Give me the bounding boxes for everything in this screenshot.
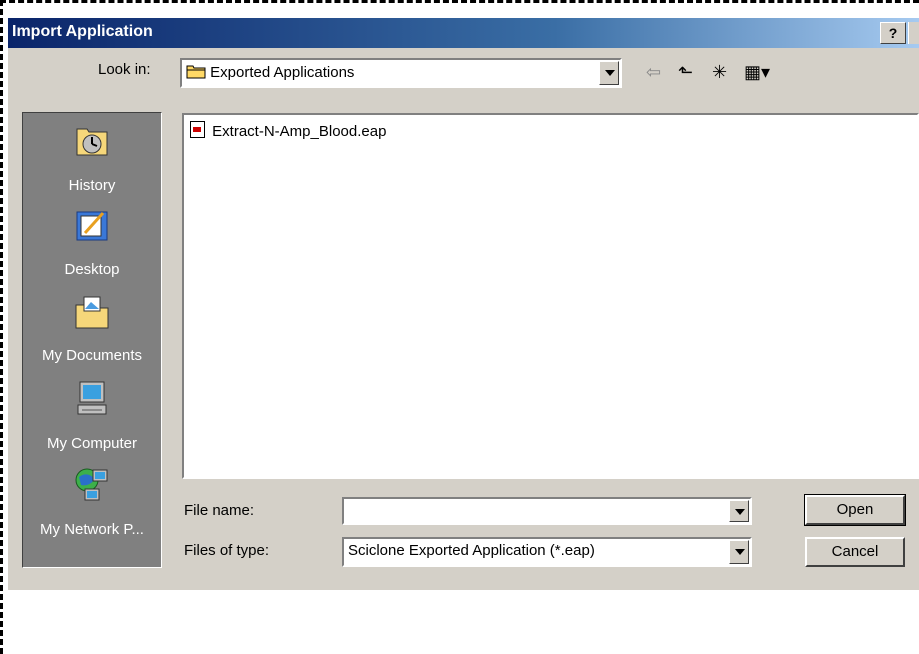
help-button[interactable]: ? (880, 22, 906, 44)
my-documents-icon (75, 296, 109, 329)
places-label: History (68, 177, 116, 194)
places-label: My Computer (46, 435, 138, 452)
title-bar[interactable]: Import Application ? (8, 18, 919, 48)
dialog-title: Import Application (12, 23, 153, 40)
look-in-dropdown[interactable]: Exported Applications (180, 58, 622, 88)
history-icon (76, 128, 108, 156)
look-in-value-wrap: Exported Applications (186, 63, 354, 81)
new-folder-icon[interactable]: ✳ (712, 62, 727, 83)
back-icon[interactable]: ⇦ (646, 62, 661, 83)
places-label: My Documents (41, 347, 143, 364)
places-item-desktop[interactable]: Desktop (23, 207, 161, 289)
places-bar: History Desktop My Documents My Computer… (22, 112, 162, 568)
files-of-type-dropdown-button[interactable] (729, 540, 749, 564)
files-of-type-label: Files of type: (184, 542, 270, 559)
places-item-history[interactable]: History (23, 121, 161, 203)
files-of-type-value: Sciclone Exported Application (*.eap) (348, 542, 595, 559)
screenshot-border-left (0, 0, 3, 654)
my-network-places-icon (75, 468, 108, 501)
look-in-dropdown-button[interactable] (599, 61, 619, 85)
my-computer-icon (77, 381, 107, 415)
view-menu-icon[interactable]: ▦▾ (744, 62, 770, 83)
places-item-my-network-places[interactable]: My Network P... (23, 465, 161, 547)
file-name: Extract-N-Amp_Blood.eap (212, 123, 387, 140)
cancel-button[interactable]: Cancel (805, 537, 905, 567)
folder-icon (186, 65, 206, 79)
look-in-label: Look in: (98, 61, 151, 78)
file-name-dropdown-button[interactable] (729, 500, 749, 522)
close-button[interactable] (908, 22, 919, 44)
list-item[interactable]: Extract-N-Amp_Blood.eap (190, 121, 386, 140)
up-one-level-icon[interactable]: ⬑ (678, 62, 693, 83)
screenshot-border-top (0, 0, 919, 3)
file-name-field[interactable] (342, 497, 752, 525)
places-label: My Network P... (40, 521, 144, 538)
file-list[interactable]: Extract-N-Amp_Blood.eap (182, 113, 919, 479)
open-button[interactable]: Open (804, 494, 906, 526)
files-of-type-dropdown[interactable]: Sciclone Exported Application (*.eap) (342, 537, 752, 567)
places-label: Desktop (64, 261, 120, 278)
look-in-value: Exported Applications (210, 64, 355, 81)
file-name-label: File name: (184, 502, 255, 519)
import-application-dialog: Import Application ? Look in: Exported A… (8, 18, 919, 590)
desktop-icon (76, 211, 108, 241)
places-item-my-computer[interactable]: My Computer (23, 379, 161, 461)
eap-file-icon (190, 121, 205, 138)
places-item-my-documents[interactable]: My Documents (23, 293, 161, 375)
